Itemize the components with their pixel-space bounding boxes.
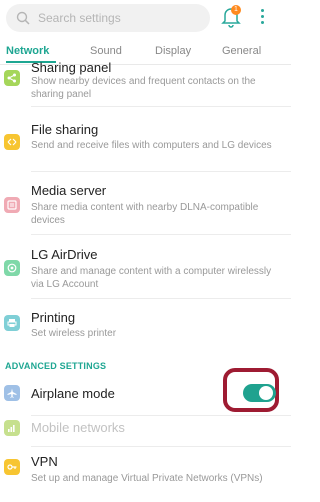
item-title: VPN [31,454,58,469]
list-item-mobile-networks[interactable]: Mobile networks [0,416,291,448]
search-icon [16,11,30,25]
more-options-icon[interactable] [256,6,268,28]
list-item-printing[interactable]: Printing Set wireless printer [0,299,291,349]
item-title: Printing [31,310,76,325]
item-title: Airplane mode [31,386,115,401]
airplane-icon [4,385,20,401]
search-bar[interactable]: Search settings [6,4,210,32]
toggle-knob [259,386,273,400]
item-title: Mobile networks [31,420,125,435]
notification-badge: 1 [231,5,241,15]
item-title: Sharing panel [31,60,112,75]
item-description: Share and manage content with a computer… [31,266,272,290]
printer-icon [4,315,20,331]
signal-icon [4,420,20,436]
search-input[interactable]: Search settings [38,11,121,25]
tab-display[interactable]: Display [155,45,191,57]
divider [31,106,291,107]
airplane-mode-toggle[interactable] [243,384,276,402]
item-description: Set up and manage Virtual Private Networ… [31,473,263,484]
tab-sound[interactable]: Sound [90,45,122,57]
item-description: Share media content with nearby DLNA-com… [31,202,259,226]
item-title: File sharing [31,122,99,137]
list-item-media-server[interactable]: Media server Share media content with ne… [0,172,291,232]
list-item-vpn[interactable]: VPN Set up and manage Virtual Private Ne… [0,447,291,502]
vpn-key-icon [4,459,20,475]
item-title: Media server [31,183,107,198]
item-description: Show nearby devices and frequent contact… [31,76,256,100]
file-sharing-icon [4,134,20,150]
section-header-advanced: ADVANCED SETTINGS [5,361,107,371]
airdrive-icon [4,260,20,276]
item-description: Send and receive files with computers an… [31,140,272,151]
list-item-file-sharing[interactable]: File sharing Send and receive files with… [0,111,291,171]
item-title: LG AirDrive [31,247,98,262]
media-server-icon [4,197,20,213]
list-item-sharing-panel[interactable]: Sharing panel Show nearby devices and fr… [0,58,291,106]
tab-general[interactable]: General [222,45,261,57]
tab-network[interactable]: Network [6,45,49,57]
list-item-lg-airdrive[interactable]: LG AirDrive Share and manage content wit… [0,235,291,299]
item-description: Set wireless printer [31,328,117,339]
share-icon [4,70,20,86]
